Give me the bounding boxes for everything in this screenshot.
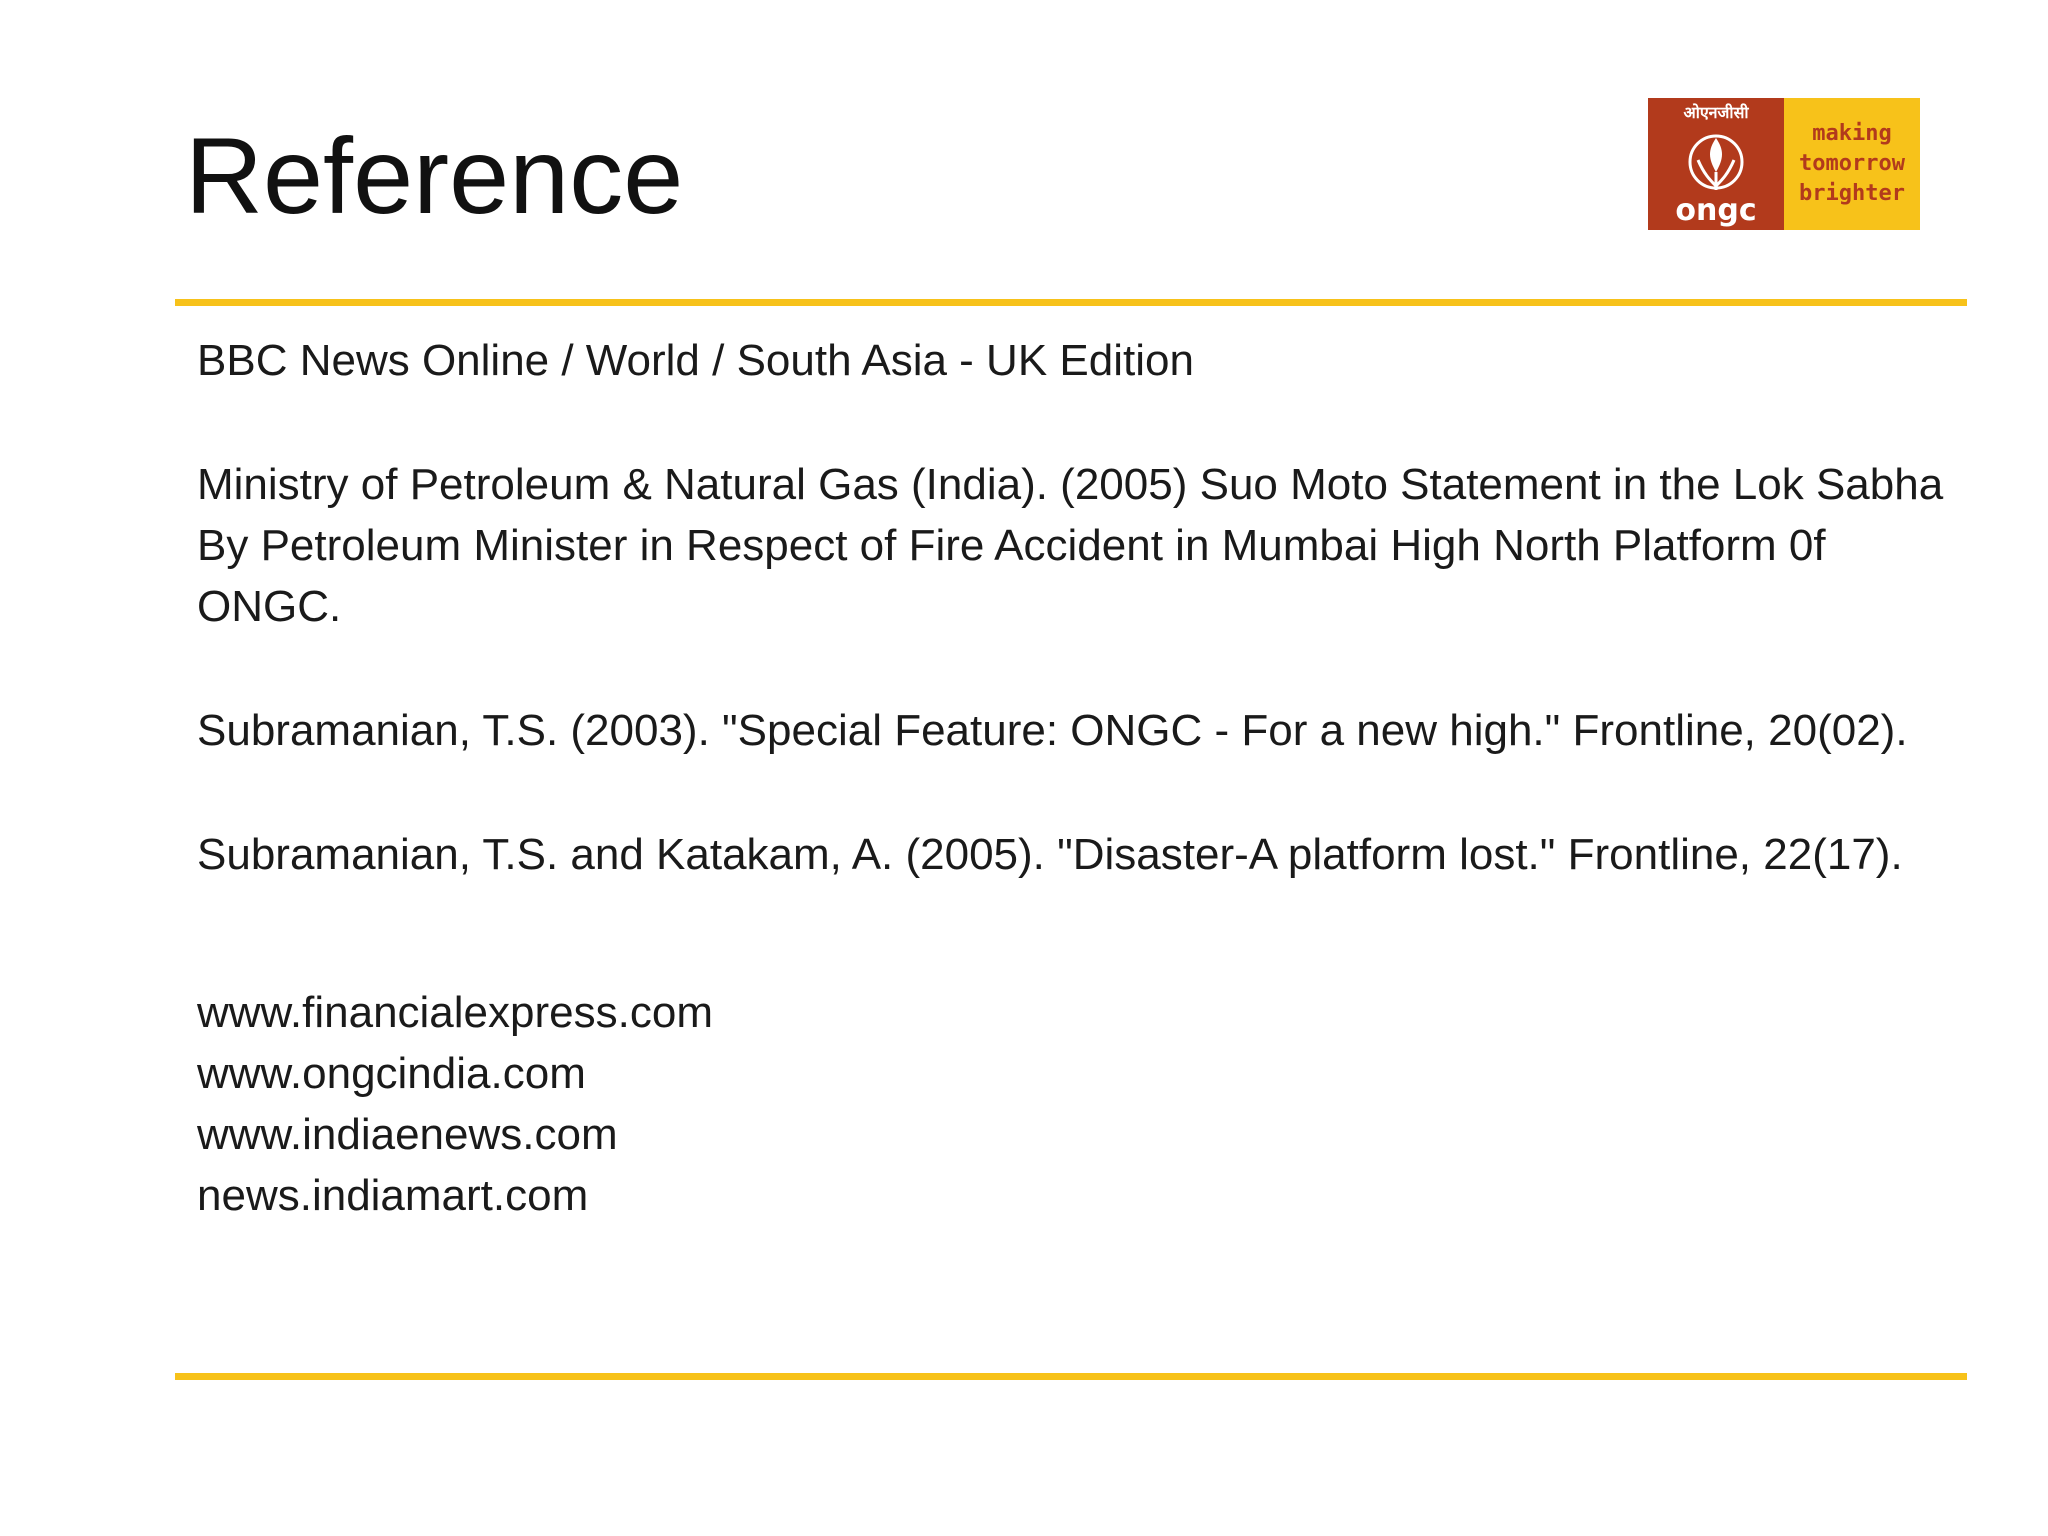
website-link: www.financialexpress.com bbox=[197, 988, 713, 1037]
website-link: news.indiamart.com bbox=[197, 1171, 589, 1220]
reference-subramanian-2005: Subramanian, T.S. and Katakam, A. (2005)… bbox=[197, 830, 1903, 879]
top-divider bbox=[175, 299, 1967, 306]
reference-bbc: BBC News Online / World / South Asia - U… bbox=[197, 336, 1194, 385]
reference-list: BBC News Online / World / South Asia - U… bbox=[197, 330, 1947, 1270]
logo-tagline-line-1: making bbox=[1812, 121, 1891, 146]
reference-subramanian-2003: Subramanian, T.S. (2003). "Special Featu… bbox=[197, 706, 1908, 755]
logo-tagline-line-2: tomorrow bbox=[1799, 151, 1906, 176]
website-link: www.ongcindia.com bbox=[197, 1049, 586, 1098]
logo-brand-text: ongc bbox=[1675, 193, 1756, 228]
ongc-logo: ओएनजीसी ongc making tomorrow brighter bbox=[1648, 98, 1920, 230]
bottom-divider bbox=[175, 1373, 1967, 1380]
reference-ministry: Ministry of Petroleum & Natural Gas (Ind… bbox=[197, 460, 1944, 631]
ongc-emblem-icon bbox=[1688, 134, 1744, 190]
logo-tagline-line-3: brighter bbox=[1799, 181, 1905, 206]
website-list: www.financialexpress.com www.ongcindia.c… bbox=[197, 982, 1947, 1226]
logo-hindi-text: ओएनजीसी bbox=[1683, 103, 1749, 122]
slide-title: Reference bbox=[185, 115, 684, 236]
website-link: www.indiaenews.com bbox=[197, 1110, 618, 1159]
slide: Reference ओएनजीसी ongc making tomorrow b… bbox=[0, 0, 2048, 1536]
